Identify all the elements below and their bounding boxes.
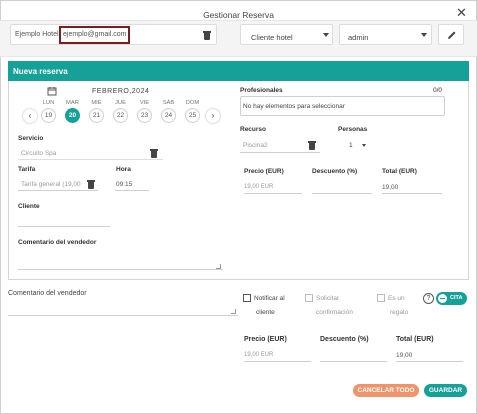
seller-comment-field[interactable]: [18, 250, 223, 270]
chevron-down-icon: [323, 33, 329, 37]
total-value: 19,00: [382, 184, 399, 191]
footer-total-label: Total (EUR): [396, 336, 434, 343]
calendar-month: FEBRERO,2024: [92, 88, 150, 95]
gift-checkbox[interactable]: [377, 294, 385, 302]
trash-icon[interactable]: [308, 141, 316, 150]
toggle-knob: [438, 294, 447, 303]
user-value: admin: [348, 33, 369, 42]
footer-seller-comment-field[interactable]: [8, 300, 238, 316]
footer-price-label: Precio (EUR): [244, 336, 287, 343]
professionals-count: 0/0: [433, 87, 443, 94]
service-label: Servicio: [18, 135, 44, 142]
footer-discount-label: Descuento (%): [320, 336, 369, 343]
day-name: JUE: [115, 100, 126, 106]
discount-label: Descuento (%): [312, 168, 358, 175]
email-highlight: [59, 26, 130, 44]
footer-seller-comment-label: Comentario del vendedor: [8, 290, 87, 297]
persons-value: 1: [349, 142, 353, 149]
notify-client-label-2: cliente: [256, 309, 275, 316]
day-button[interactable]: 21: [89, 108, 104, 123]
prev-week-button[interactable]: ‹: [23, 109, 37, 123]
chevron-down-icon: [421, 33, 427, 37]
rate-value: Tarifa general (19,00: [21, 181, 81, 188]
time-label: Hora: [116, 166, 131, 173]
request-confirmation-checkbox[interactable]: [305, 294, 313, 302]
day-button[interactable]: 19: [41, 108, 56, 123]
appointment-toggle[interactable]: CITA: [436, 292, 467, 305]
client-field[interactable]: [18, 213, 110, 227]
day-name: LUN: [42, 100, 55, 106]
next-week-button[interactable]: ›: [206, 109, 220, 123]
trash-icon[interactable]: [150, 149, 158, 158]
trash-icon[interactable]: [87, 180, 95, 189]
calendar-icon[interactable]: [47, 86, 57, 96]
professionals-empty: No hay elementos para seleccionar: [243, 103, 345, 110]
service-value: Circuito Spa: [21, 150, 57, 157]
notify-client-label: Notificar al: [254, 295, 285, 302]
day-name: MAR: [66, 100, 79, 106]
chevron-down-icon: [362, 144, 366, 147]
day-button[interactable]: 23: [137, 108, 152, 123]
close-icon[interactable]: ✕: [456, 6, 467, 19]
client-type-value: Cliente hotel: [251, 33, 293, 42]
dialog-title: Gestionar Reserva: [203, 10, 274, 20]
request-confirmation-label-2: confirmación: [316, 309, 353, 316]
request-confirmation-label: Solicitar: [316, 295, 340, 302]
pencil-icon: [448, 31, 456, 39]
footer-discount-field[interactable]: [320, 348, 387, 362]
footer-price-value: 19,00 EUR: [244, 352, 274, 358]
save-button[interactable]: GUARDAR: [424, 384, 467, 397]
discount-field[interactable]: [312, 180, 372, 194]
resource-label: Recurso: [240, 126, 267, 133]
edit-button[interactable]: [438, 24, 464, 45]
footer-total-value: 19,00: [396, 352, 413, 359]
notify-client-checkbox[interactable]: [243, 294, 251, 302]
day-name: SÁB: [162, 100, 175, 106]
help-icon[interactable]: ?: [423, 293, 434, 304]
persons-label: Personas: [338, 126, 368, 133]
gift-label: Es un: [388, 295, 405, 302]
day-button-selected[interactable]: 20: [65, 108, 80, 123]
resource-value: Piscina2: [243, 142, 268, 149]
resize-handle[interactable]: [216, 264, 221, 269]
client-label: Cliente: [18, 203, 40, 210]
gift-label-2: regalo: [390, 309, 409, 316]
day-name: DOM: [185, 100, 200, 106]
day-button[interactable]: 22: [113, 108, 128, 123]
toggle-label: CITA: [450, 295, 463, 301]
cancel-all-button[interactable]: CANCELAR TODO: [353, 384, 419, 397]
day-button[interactable]: 25: [185, 108, 200, 123]
rate-label: Tarifa: [18, 166, 36, 173]
day-name: VIE: [139, 100, 150, 106]
professionals-label: Profesionales: [240, 87, 283, 94]
total-label: Total (EUR): [382, 168, 417, 175]
trash-icon[interactable]: [203, 31, 211, 40]
day-button[interactable]: 24: [161, 108, 176, 123]
panel-header: Nueva reserva: [8, 61, 469, 81]
price-value: 19,00 EUR: [244, 184, 274, 190]
resize-handle[interactable]: [231, 309, 236, 314]
price-label: Precio (EUR): [244, 168, 284, 175]
day-name: MIÉ: [91, 100, 102, 106]
hotel-label: Ejemplo Hotel: [15, 31, 59, 38]
time-value: 09:15: [116, 181, 133, 188]
seller-comment-label: Comentario del vendedor: [18, 239, 97, 246]
